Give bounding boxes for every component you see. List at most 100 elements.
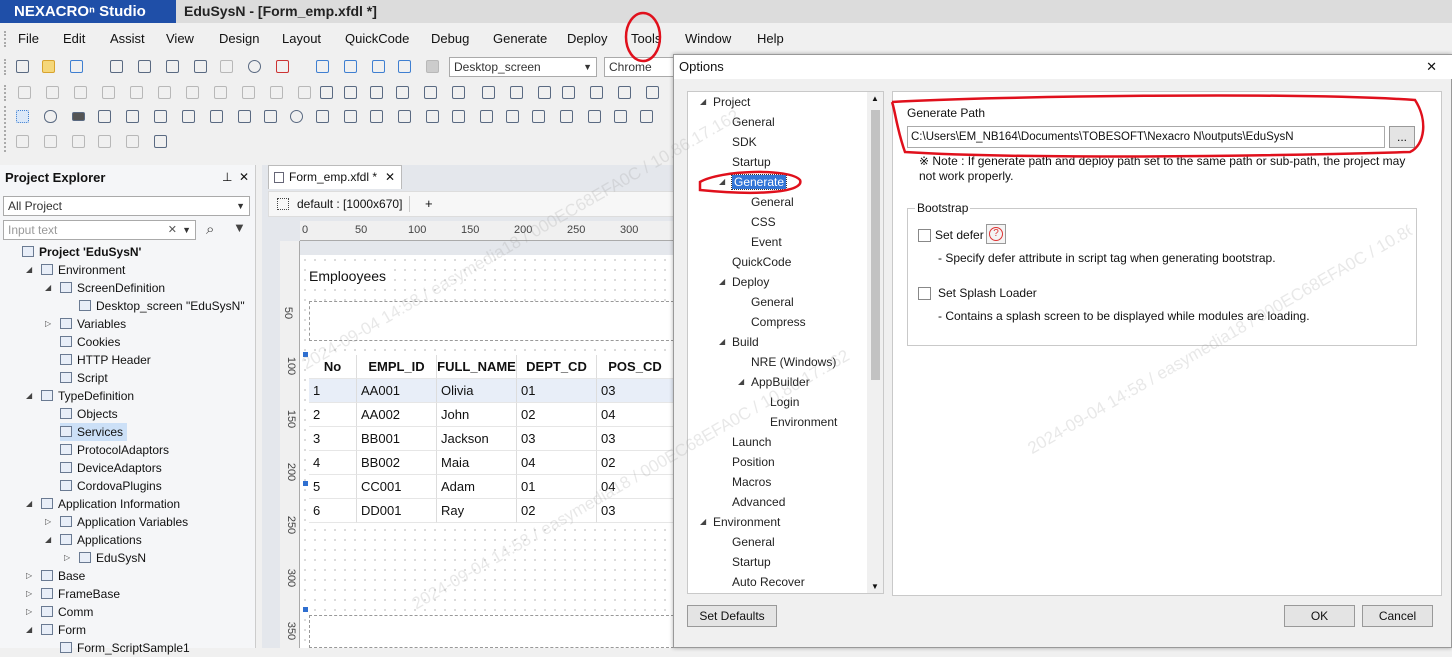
scroll-down-icon[interactable]: ▼ <box>871 582 879 591</box>
options-tree-item[interactable]: General <box>751 194 794 210</box>
options-tree-item[interactable]: ◢ Generate <box>719 174 788 190</box>
project-tree-item[interactable]: CordovaPlugins <box>60 477 162 495</box>
project-tree-item[interactable]: ▷ Base <box>26 567 85 585</box>
ok-button[interactable]: OK <box>1284 605 1355 627</box>
grid-cell[interactable]: AA001 <box>357 379 437 403</box>
options-tree-item[interactable]: Macros <box>732 474 771 490</box>
collapse-icon[interactable]: ◢ <box>700 94 706 110</box>
clear-icon[interactable]: ✕ <box>168 221 177 239</box>
collapse-icon[interactable]: ◢ <box>45 279 51 297</box>
splash-loader-label[interactable]: Set Splash Loader <box>938 286 1037 300</box>
menu-generate[interactable]: Generate <box>493 31 547 46</box>
search-div[interactable] <box>309 301 674 341</box>
grid-cell[interactable]: Olivia <box>437 379 517 403</box>
paste-icon[interactable] <box>220 60 233 73</box>
grid-cell[interactable]: 03 <box>517 427 597 451</box>
options-tree-item[interactable]: Compress <box>751 314 806 330</box>
resize-handle[interactable] <box>303 481 308 486</box>
grid-cell[interactable]: Jackson <box>437 427 517 451</box>
menu-assist[interactable]: Assist <box>110 31 145 46</box>
options-tree-item[interactable]: Startup <box>732 154 771 170</box>
grid-header-cell[interactable]: POS_CD <box>597 355 674 379</box>
tab-close-icon[interactable]: ✕ <box>385 166 395 188</box>
align-middle-icon[interactable] <box>130 86 143 99</box>
stop-icon[interactable] <box>426 60 439 73</box>
expand-icon[interactable]: ▷ <box>64 549 70 567</box>
grid-cell[interactable]: 02 <box>597 451 674 475</box>
grid-cell[interactable]: DD001 <box>357 499 437 523</box>
collapse-icon[interactable]: ◢ <box>45 531 51 549</box>
project-tree-item[interactable]: ▷ Variables <box>45 315 126 333</box>
move-down-icon[interactable] <box>396 86 409 99</box>
project-tree-item[interactable]: ▷ Application Variables <box>45 513 188 531</box>
add-layout-button[interactable]: + <box>425 196 433 211</box>
save-all-icon[interactable] <box>138 60 151 73</box>
checkbox-component-icon[interactable] <box>316 110 329 123</box>
project-tree-item[interactable]: ◢ Application Information <box>26 495 180 513</box>
expand-icon[interactable]: ▷ <box>45 315 51 333</box>
grid-cell[interactable]: 03 <box>597 499 674 523</box>
project-tree-item[interactable]: Script <box>60 369 108 387</box>
expand-icon[interactable]: ▷ <box>26 585 32 603</box>
grid-cell[interactable]: Adam <box>437 475 517 499</box>
tab-form-emp[interactable]: Form_emp.xfdl * ✕ <box>268 165 402 189</box>
menu-help[interactable]: Help <box>757 31 784 46</box>
grid-cell[interactable]: AA002 <box>357 403 437 427</box>
scroll-up-icon[interactable]: ▲ <box>871 94 879 103</box>
center-h-icon[interactable] <box>320 86 333 99</box>
move-up-icon[interactable] <box>370 86 383 99</box>
maskedit-component-icon[interactable] <box>154 110 167 123</box>
grid-header-cell[interactable]: FULL_NAME <box>437 355 517 379</box>
menu-deploy[interactable]: Deploy <box>567 31 607 46</box>
search-input[interactable]: Input text ✕ ▼ <box>3 220 196 240</box>
center-v-icon[interactable] <box>344 86 357 99</box>
menu-edit[interactable]: Edit <box>63 31 85 46</box>
options-tree-item[interactable]: ◢ AppBuilder <box>738 374 810 390</box>
arrange-back-icon[interactable] <box>510 86 523 99</box>
scroll-thumb[interactable] <box>871 110 880 380</box>
form-canvas[interactable]: Emplooyees No EMPL_ID FULL_NAME DEPT_CD POS_… <box>300 255 674 648</box>
save-icon[interactable] <box>110 60 123 73</box>
listview-component-icon[interactable] <box>506 110 519 123</box>
help-icon[interactable]: ? <box>986 224 1006 244</box>
combo-component-icon[interactable] <box>238 110 251 123</box>
grid-cell[interactable]: 04 <box>517 451 597 475</box>
grid-cell[interactable]: CC001 <box>357 475 437 499</box>
grid-cell[interactable]: 03 <box>597 379 674 403</box>
imageviewer-component-icon[interactable] <box>560 110 573 123</box>
project-tree-item[interactable]: ◢ Environment <box>26 261 125 279</box>
options-tree-item[interactable]: ◢ Deploy <box>719 274 769 290</box>
upload-icon[interactable] <box>398 60 411 73</box>
generate-path-input[interactable]: C:\Users\EM_NB164\Documents\TOBESOFT\Nex… <box>907 126 1385 148</box>
deploy-icon[interactable] <box>372 60 385 73</box>
grid-cell[interactable]: 5 <box>309 475 357 499</box>
grid-component-icon[interactable] <box>370 110 383 123</box>
employee-grid[interactable]: No EMPL_ID FULL_NAME DEPT_CD POS_CD 1 AA001 Oli… <box>309 355 674 525</box>
grid-cell[interactable]: BB001 <box>357 427 437 451</box>
group-icon[interactable] <box>538 86 551 99</box>
menu-tools[interactable]: Tools <box>631 31 661 46</box>
browse-button[interactable]: ... <box>1389 126 1415 148</box>
space-vertical-icon[interactable] <box>298 86 311 99</box>
dialog-close-icon[interactable]: ✕ <box>1426 59 1437 75</box>
radio-component-icon[interactable] <box>290 110 303 123</box>
grid-cell[interactable]: 4 <box>309 451 357 475</box>
pin-icon[interactable]: ⊥ <box>222 170 232 184</box>
options-tree-item[interactable]: ◢ Environment <box>700 514 780 530</box>
menu-design[interactable]: Design <box>219 31 259 46</box>
close-icon[interactable]: ✕ <box>239 170 249 184</box>
same-size-icon[interactable] <box>242 86 255 99</box>
open-folder-icon[interactable] <box>42 60 55 73</box>
menu-layout[interactable]: Layout <box>282 31 321 46</box>
collapse-icon[interactable]: ◢ <box>738 374 744 390</box>
align-right-icon[interactable] <box>74 86 87 99</box>
arrange-front-icon[interactable] <box>482 86 495 99</box>
xml-json-icon[interactable] <box>154 135 167 148</box>
grid-cell[interactable]: 2 <box>309 403 357 427</box>
plugin-component-icon[interactable] <box>614 110 627 123</box>
flip-vertical-icon[interactable] <box>452 86 465 99</box>
database-component-icon[interactable] <box>72 135 85 148</box>
grid-cell[interactable]: 3 <box>309 427 357 451</box>
move-cross-icon[interactable] <box>590 86 603 99</box>
menu-view[interactable]: View <box>166 31 194 46</box>
